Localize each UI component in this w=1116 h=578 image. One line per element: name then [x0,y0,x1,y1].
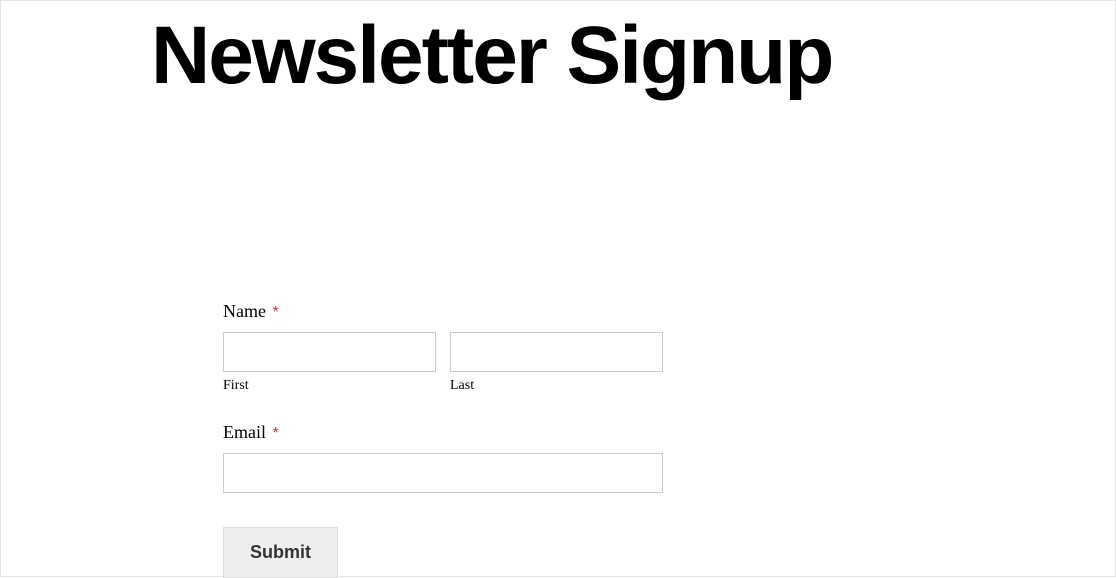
page-title: Newsletter Signup [151,11,832,101]
first-name-sublabel: First [223,378,436,394]
signup-form: Name * First Last Email * Submit [223,301,663,578]
name-label: Name * [223,301,663,322]
first-name-input[interactable] [223,332,436,372]
last-name-sublabel: Last [450,378,663,394]
name-label-text: Name [223,301,266,321]
email-label-text: Email [223,422,266,442]
first-name-column: First [223,332,436,394]
email-field-group: Email * [223,422,663,493]
email-input[interactable] [223,453,663,493]
required-asterisk-icon: * [273,425,279,442]
required-asterisk-icon: * [272,304,278,321]
name-row: First Last [223,332,663,394]
email-label: Email * [223,422,663,443]
name-field-group: Name * First Last [223,301,663,394]
submit-button[interactable]: Submit [223,527,338,578]
last-name-input[interactable] [450,332,663,372]
last-name-column: Last [450,332,663,394]
